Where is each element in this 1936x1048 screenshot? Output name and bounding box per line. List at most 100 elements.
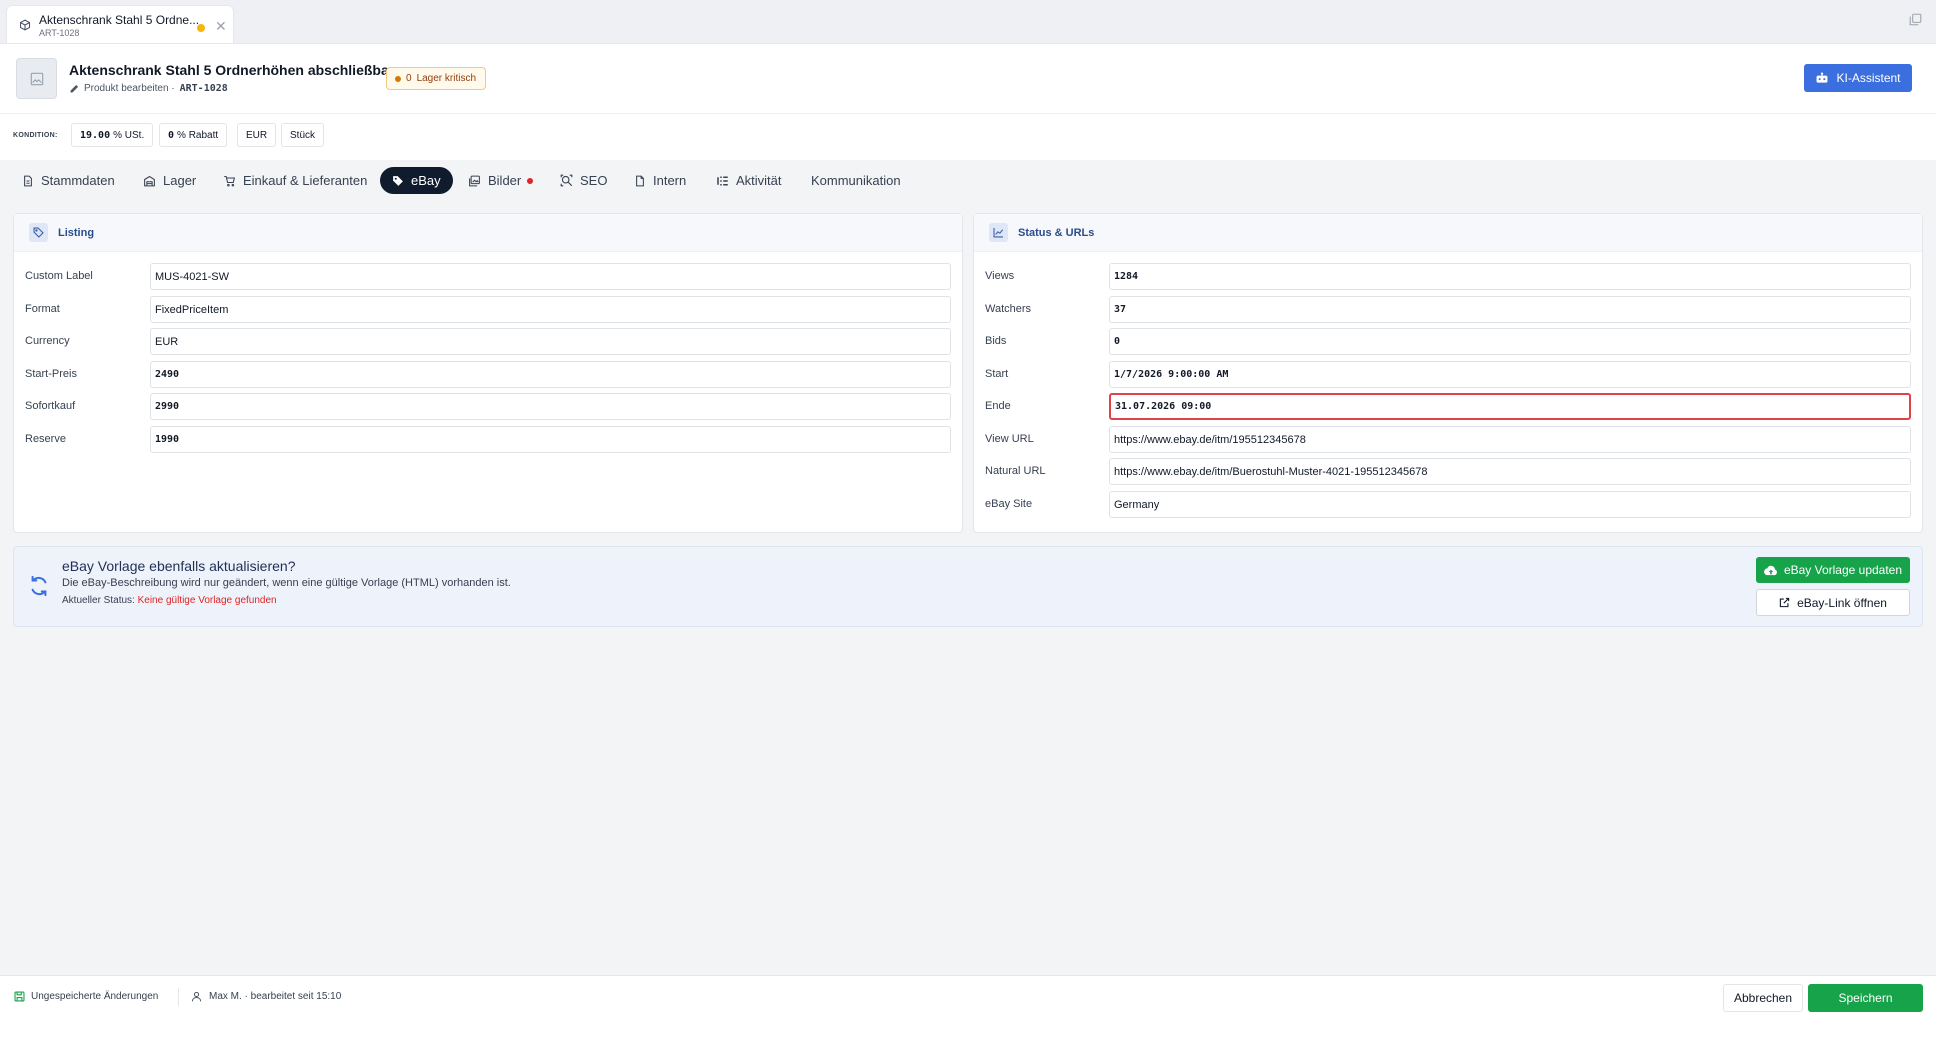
status-field-label: Ende: [985, 400, 1011, 412]
window-restore-icon[interactable]: [1909, 13, 1922, 26]
document-tab[interactable]: Aktenschrank Stahl 5 Ordne... ART-1028 ✕: [6, 5, 234, 43]
listing-field-row: Format FixedPriceItem: [14, 295, 962, 323]
tab-bilder[interactable]: Bilder: [456, 167, 545, 194]
product-thumbnail[interactable]: [16, 58, 57, 99]
kondition-bar: KONDITION: 19.00 % USt. 0 % Rabatt EUR S…: [0, 114, 1936, 160]
editing-user: Max M. · bearbeitet seit 15:10: [191, 991, 341, 1002]
tab-seo[interactable]: SEO: [548, 167, 619, 194]
listing-field-input[interactable]: FixedPriceItem: [150, 296, 951, 323]
status-field-row: View URL https://www.ebay.de/itm/19551234…: [974, 425, 1922, 453]
tag-icon: [29, 223, 48, 242]
discount-unit: % Rabatt: [177, 129, 219, 141]
status-field-input[interactable]: 1284: [1109, 263, 1911, 290]
tag-icon: [393, 175, 403, 186]
status-field-input[interactable]: https://www.ebay.de/itm/Buerostuhl-Muste…: [1109, 458, 1911, 485]
status-field-row: Natural URL https://www.ebay.de/itm/Buero…: [974, 457, 1922, 485]
status-panel-header: Status & URLs: [974, 214, 1922, 252]
cloud-upload-icon: [1763, 565, 1777, 575]
stock-label: Lager kritisch: [416, 73, 477, 84]
listing-field-row: Custom Label MUS-4021-SW: [14, 262, 962, 290]
unit-chip[interactable]: Stück: [281, 123, 325, 147]
status-field-label: Start: [985, 368, 1009, 380]
listing-field-label: Currency: [25, 335, 70, 347]
status-field-label: Watchers: [985, 303, 1032, 315]
image-placeholder-icon: [30, 72, 44, 86]
status-field-input[interactable]: 1/7/2026 9:00:00 AM: [1109, 361, 1911, 388]
listing-panel: Listing Custom Label MUS-4021-SW Format Fix…: [13, 213, 963, 533]
stock-count: 0: [406, 73, 412, 84]
document-icon: [24, 175, 32, 186]
vat-chip[interactable]: 19.00 % USt.: [71, 123, 154, 147]
cancel-button[interactable]: Abbrechen: [1723, 984, 1803, 1012]
cart-icon: [224, 175, 236, 186]
user-icon: [191, 991, 202, 1002]
tab-lager[interactable]: Lager: [131, 167, 208, 194]
pencil-icon: [70, 84, 79, 92]
editing-user-text: Max M. · bearbeitet seit 15:10: [209, 991, 342, 1002]
tab-einkauf[interactable]: Einkauf & Lieferanten: [211, 167, 379, 194]
robot-icon: [1817, 72, 1828, 83]
save-button[interactable]: Speichern: [1808, 984, 1923, 1012]
footer-bar: Ungespeicherte Änderungen Max M. · bearb…: [0, 975, 1936, 1018]
tab-label: Lager: [163, 173, 197, 188]
listing-field-input[interactable]: 2490: [150, 361, 951, 388]
currency-chip[interactable]: EUR: [237, 123, 277, 147]
update-template-button[interactable]: eBay Vorlage updaten: [1756, 557, 1910, 583]
unit-value: Stück: [290, 129, 316, 141]
status-label: Aktueller Status:: [62, 595, 135, 606]
footer-divider: [178, 988, 179, 1006]
status-field-input[interactable]: 0: [1109, 328, 1911, 355]
tab-label: Intern: [653, 173, 687, 188]
note-icon: [636, 175, 644, 186]
status-field-row: Ende 31.07.2026 09:00: [974, 392, 1922, 420]
listing-field-input[interactable]: 2990: [150, 393, 951, 420]
update-description: Die eBay-Beschreibung wird nur geändert,…: [62, 577, 511, 589]
currency-unit: EUR: [246, 129, 268, 141]
status-field-input[interactable]: https://www.ebay.de/itm/195512345678: [1109, 426, 1911, 453]
subtitle-text: Produkt bearbeiten ·: [84, 83, 175, 94]
status-field-input[interactable]: 31.07.2026 09:00: [1109, 393, 1911, 420]
unsaved-status: Ungespeicherte Änderungen: [14, 991, 158, 1002]
listing-field-label: Custom Label: [25, 270, 93, 282]
update-template-label: eBay Vorlage updaten: [1783, 563, 1903, 577]
listing-field-label: Sofortkauf: [25, 400, 76, 412]
status-field-row: Start 1/7/2026 9:00:00 AM: [974, 360, 1922, 388]
listing-field-row: Sofortkauf 2990: [14, 392, 962, 420]
seo-search-icon: [560, 174, 573, 187]
unsaved-indicator: [197, 24, 205, 32]
vat-unit: % USt.: [113, 129, 145, 141]
ai-assistant-label: KI-Assistent: [1836, 71, 1901, 85]
status-field-input[interactable]: Germany: [1109, 491, 1911, 518]
listing-field-row: Start-Preis 2490: [14, 360, 962, 388]
tab-ebay[interactable]: eBay: [380, 167, 453, 194]
tab-kommunikation[interactable]: Kommunikation: [799, 167, 913, 194]
status-field-label: Views: [985, 270, 1015, 282]
subtitle-sku: ART-1028: [179, 83, 228, 94]
vat-value: 19.00: [80, 129, 111, 141]
tab-aktivitaet[interactable]: Aktivität: [704, 167, 794, 194]
unsaved-text: Ungespeicherte Änderungen: [31, 991, 159, 1002]
listing-field-input[interactable]: EUR: [150, 328, 951, 355]
listing-field-input[interactable]: MUS-4021-SW: [150, 263, 951, 290]
open-ebay-link-label: eBay-Link öffnen: [1797, 595, 1887, 610]
tab-label: Bilder: [488, 173, 522, 188]
discount-chip[interactable]: 0 % Rabatt: [159, 123, 228, 147]
tab-intern[interactable]: Intern: [622, 167, 698, 194]
page-title: Aktenschrank Stahl 5 Ordnerhöhen abschli…: [69, 62, 395, 78]
template-update-box: eBay Vorlage ebenfalls aktualisieren? Di…: [13, 546, 1923, 627]
listing-field-row: Currency EUR: [14, 327, 962, 355]
product-header: Aktenschrank Stahl 5 Ordnerhöhen abschli…: [0, 44, 1936, 114]
document-tab-title: Aktenschrank Stahl 5 Ordne...: [39, 13, 200, 27]
images-icon: [469, 175, 480, 186]
update-status: Aktueller Status: Keine gültige Vorlage …: [62, 595, 277, 606]
external-link-icon: [1779, 597, 1790, 608]
status-field-row: Views 1284: [974, 262, 1922, 290]
open-ebay-link-button[interactable]: eBay-Link öffnen: [1756, 589, 1910, 616]
ai-assistant-button[interactable]: KI-Assistent: [1804, 64, 1912, 92]
close-tab-icon[interactable]: ✕: [215, 18, 227, 35]
tab-label: Kommunikation: [811, 173, 901, 188]
status-field-input[interactable]: 37: [1109, 296, 1911, 323]
tab-stammdaten[interactable]: Stammdaten: [10, 167, 127, 194]
save-pending-icon: [14, 991, 25, 1002]
listing-field-input[interactable]: 1990: [150, 426, 951, 453]
